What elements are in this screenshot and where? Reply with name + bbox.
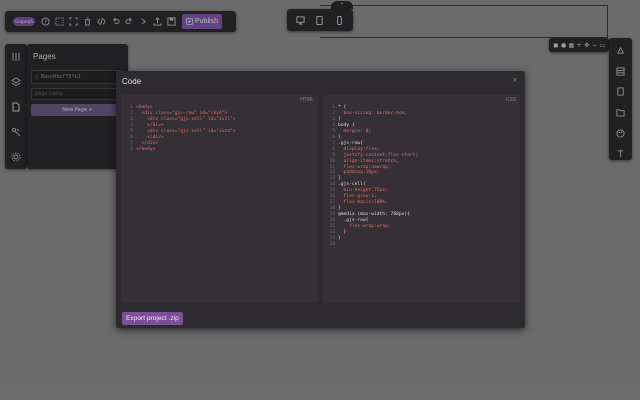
line-number: 24 <box>329 241 335 247</box>
html-code-body[interactable]: 1 <body> 2 <div class="gjs-row" id="ikv4">… <box>124 105 315 153</box>
css-label: CSS <box>505 97 516 103</box>
code-text: margin: 0; <box>338 128 372 134</box>
html-label: HTML <box>300 97 314 103</box>
html-line: 8 </body> <box>124 147 315 153</box>
close-icon[interactable]: × <box>512 76 518 84</box>
line-number: 8 <box>130 146 133 152</box>
code-modal: Code × HTML 1 <body> 2 <div class="gjs-row… <box>116 71 525 328</box>
export-project-button[interactable]: Export project .zip <box>122 312 183 325</box>
code-text: flex-basis:100%; <box>338 200 388 206</box>
css-code-body[interactable]: 1 * {2 box-sizing: border-box; 3} 4 body {5 … <box>326 105 517 248</box>
code-text: } <box>338 235 341 241</box>
code-text: box-sizing: border-box; <box>338 110 408 116</box>
css-code-panel[interactable]: CSS 1 * {2 box-sizing: border-box; 3} 4 body… <box>323 95 520 303</box>
modal-title: Code <box>122 77 142 86</box>
code-text: padding:10px; <box>338 170 380 176</box>
code-text: </body> <box>136 146 156 152</box>
html-code-panel[interactable]: HTML 1 <body> 2 <div class="gjs-row" id="i… <box>121 95 318 303</box>
css-line: 24 <box>326 242 517 248</box>
